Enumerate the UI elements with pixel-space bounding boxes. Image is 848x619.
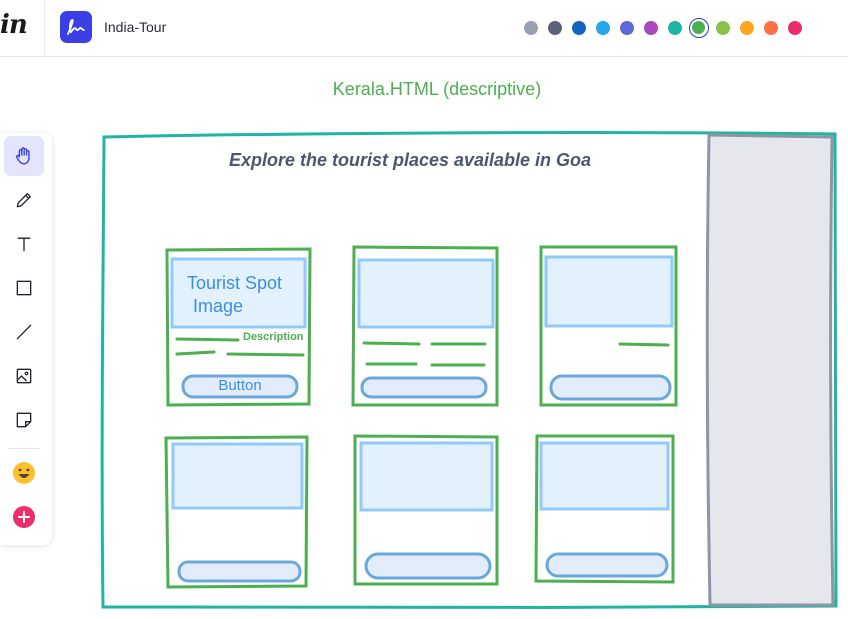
add-icon [13,506,35,528]
image-placeholder-label-line2[interactable]: Image [193,295,243,317]
pencil-tool-button[interactable] [4,180,44,220]
hand-icon [15,147,30,165]
canvas[interactable] [0,0,848,619]
button-placeholder [549,374,672,401]
card-6 [534,434,675,584]
sticky-note-tool-button[interactable] [4,400,44,440]
add-widget-button[interactable] [4,497,44,537]
line-tool-button[interactable] [4,312,44,352]
emoji-icon [13,462,35,484]
button-label[interactable]: Button [183,377,297,394]
card-4 [164,435,309,589]
hand-tool-button[interactable] [4,136,44,176]
card-5 [353,434,499,586]
text-icon [17,237,31,252]
card-2 [351,245,499,407]
toolbar-divider [8,448,40,449]
image-placeholder [539,441,670,511]
line-icon [16,324,32,340]
sticky-note-icon [16,412,32,428]
button-placeholder [360,376,488,399]
button-placeholder [545,552,669,578]
button-placeholder [364,552,492,580]
emoji-tool-button[interactable] [4,453,44,493]
description-label[interactable]: Description [243,331,304,343]
frame-heading[interactable]: Explore the tourist places available in … [100,150,720,171]
text-tool-button[interactable] [4,224,44,264]
image-placeholder [171,442,304,510]
rectangle-tool-button[interactable] [4,268,44,308]
image-placeholder [544,255,674,328]
card-3 [539,245,678,407]
rectangle-icon [16,280,32,296]
image-placeholder [357,258,495,329]
image-placeholder-label-line1[interactable]: Tourist Spot [187,272,282,294]
pencil-icon [16,193,31,208]
sidebar-placeholder [705,133,835,607]
image-placeholder [359,441,494,512]
button-placeholder [177,560,302,583]
image-tool-button[interactable] [4,356,44,396]
image-icon [16,368,32,384]
drawing-toolbar [0,133,52,545]
